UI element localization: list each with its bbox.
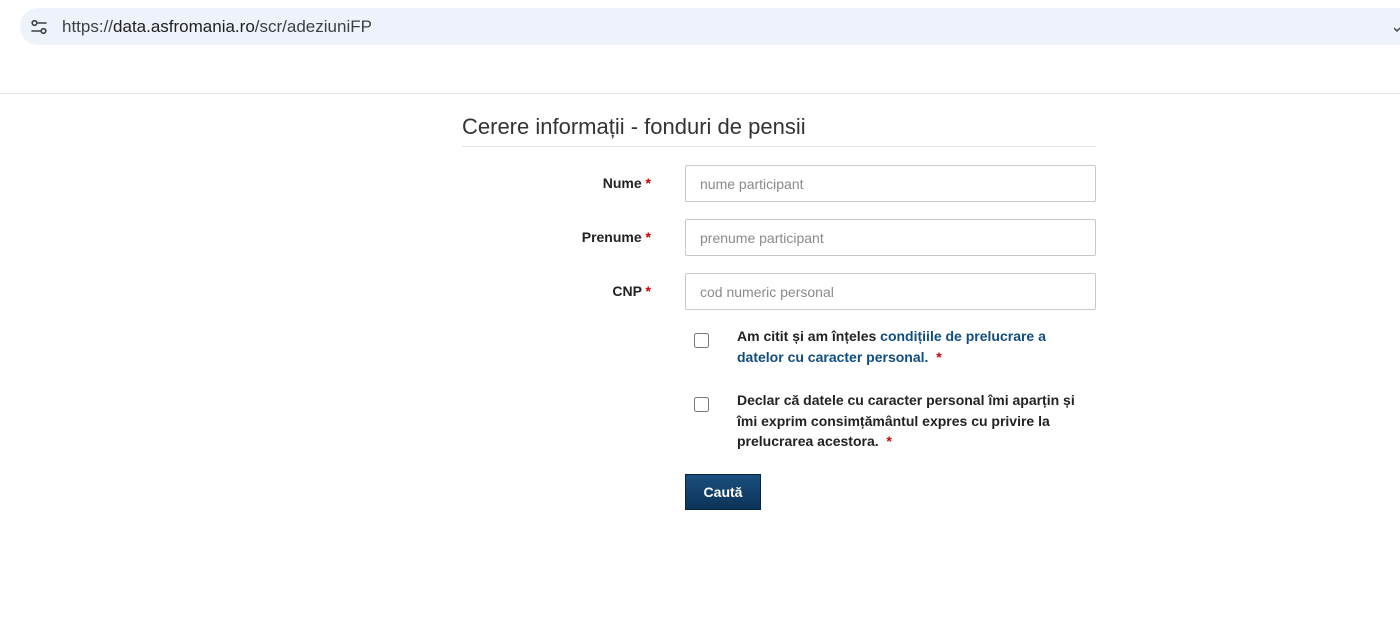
consent-data-processing-text: Am citit și am înțeles condițiile de pre… [737, 326, 1082, 367]
url-text[interactable]: https://data.asfromania.ro/scr/adeziuniF… [62, 17, 372, 37]
nume-label-text: Nume [602, 175, 642, 191]
url-scheme: https:// [62, 17, 114, 36]
consent-data-processing: Am citit și am înțeles condițiile de pre… [685, 326, 1096, 368]
consent-data-processing-checkbox[interactable] [694, 333, 709, 348]
consent-personal-data-checkbox[interactable] [694, 397, 709, 412]
address-bar[interactable]: https://data.asfromania.ro/scr/adeziuniF… [20, 8, 1400, 45]
prenume-label: Prenume * [582, 229, 651, 245]
nume-input[interactable] [685, 165, 1096, 202]
search-button[interactable]: Caută [685, 474, 761, 510]
url-host: data.asfromania.ro [113, 17, 255, 36]
cnp-label: CNP * [612, 283, 651, 299]
tune-icon[interactable] [29, 17, 49, 37]
required-marker: * [645, 283, 651, 299]
required-marker: * [936, 348, 942, 365]
required-marker: * [886, 433, 892, 449]
consent-personal-data: Declar că datele cu caracter personal îm… [685, 390, 1096, 452]
chevron-down-icon[interactable] [1393, 20, 1400, 32]
nume-label: Nume * [603, 175, 651, 191]
consent-data-processing-text-before: Am citit și am înțeles [737, 328, 881, 344]
consent-personal-data-text-body: Declar că datele cu caracter personal îm… [737, 392, 1075, 449]
cnp-input[interactable] [685, 273, 1096, 310]
required-marker: * [645, 229, 651, 245]
prenume-label-text: Prenume [581, 229, 642, 245]
browser-toolbar: https://data.asfromania.ro/scr/adeziuniF… [0, 0, 1400, 94]
consent-personal-data-text: Declar că datele cu caracter personal îm… [737, 390, 1082, 452]
cnp-label-text: CNP [612, 283, 642, 299]
required-marker: * [645, 175, 651, 191]
prenume-input[interactable] [685, 219, 1096, 256]
url-path: /scr/adeziuniFP [254, 17, 372, 36]
page-title: Cerere informații - fonduri de pensii [462, 114, 1096, 147]
